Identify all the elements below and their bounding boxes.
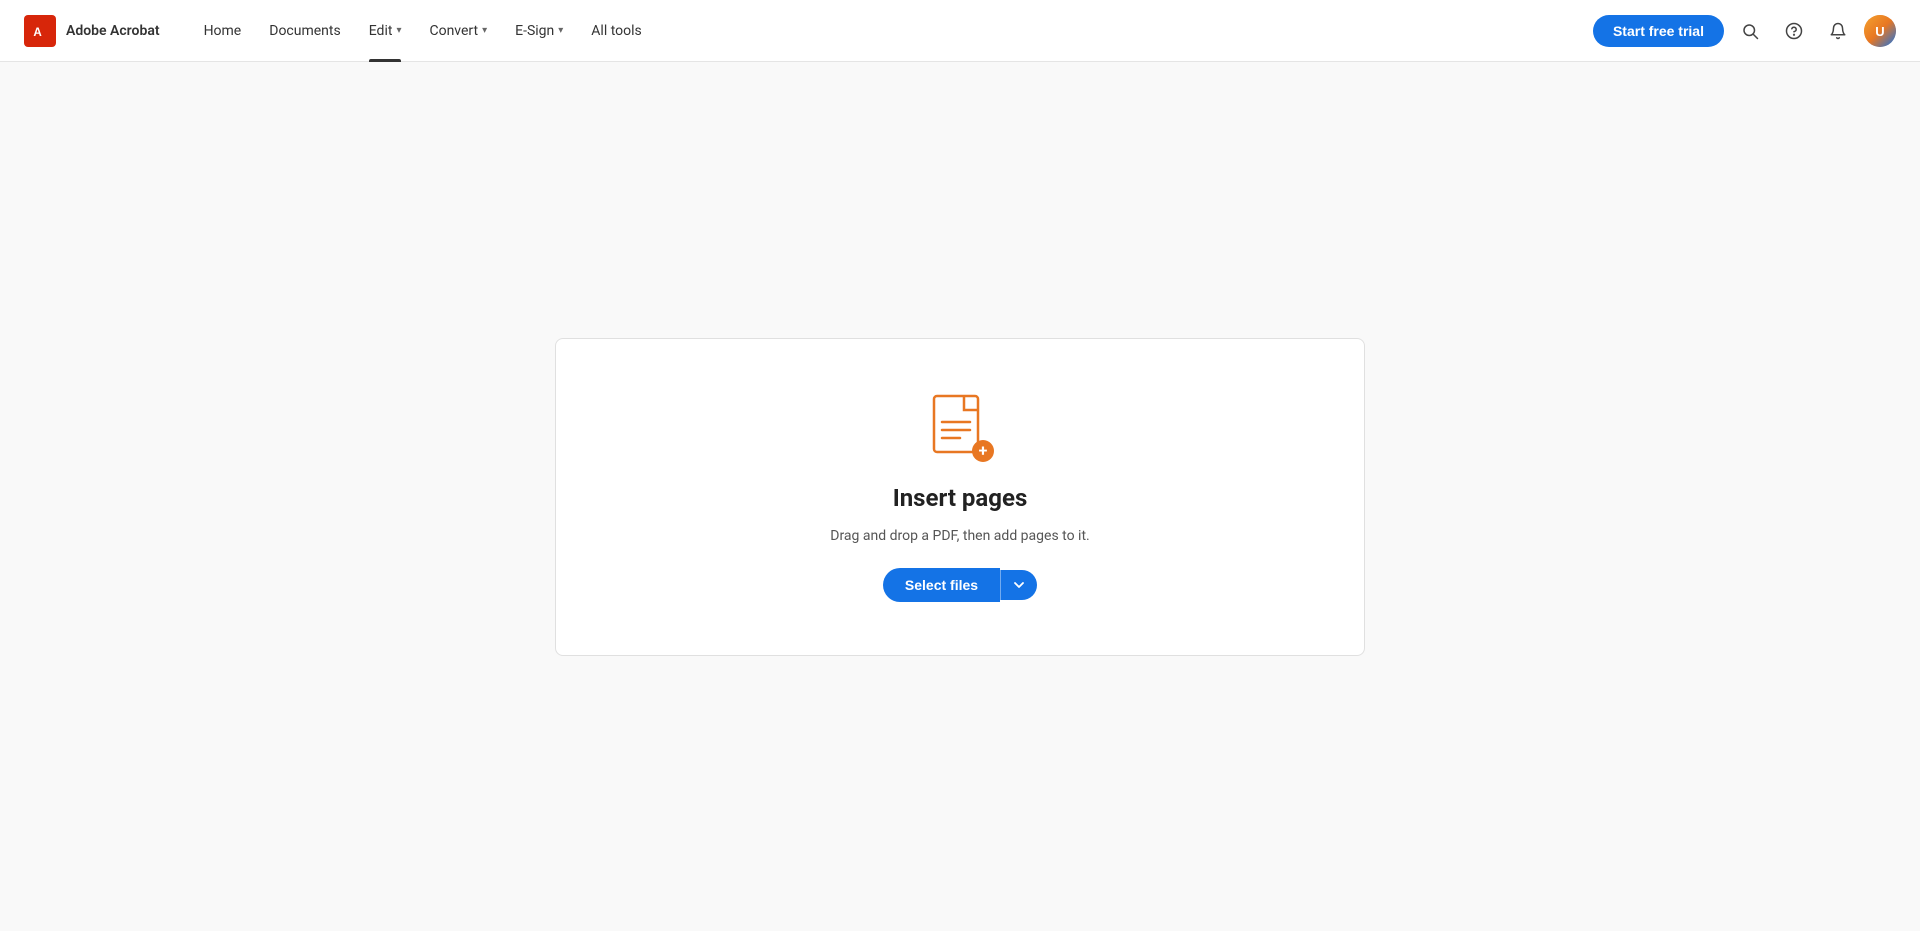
select-files-group: Select files (883, 568, 1037, 602)
nav-edit[interactable]: Edit ▾ (357, 0, 414, 62)
search-icon (1741, 22, 1759, 40)
edit-chevron-icon: ▾ (396, 25, 401, 36)
app-name: Adobe Acrobat (66, 23, 160, 39)
help-button[interactable] (1776, 13, 1812, 49)
user-avatar[interactable]: U (1864, 15, 1896, 47)
drop-zone[interactable]: + Insert pages Drag and drop a PDF, then… (555, 338, 1365, 656)
start-trial-button[interactable]: Start free trial (1593, 15, 1724, 47)
nav-documents[interactable]: Documents (257, 0, 352, 62)
app-header: A Adobe Acrobat Home Documents Edit ▾ Co… (0, 0, 1920, 62)
main-nav: Home Documents Edit ▾ Convert ▾ E-Sign ▾… (192, 0, 1593, 62)
convert-chevron-icon: ▾ (482, 25, 487, 36)
avatar-icon: U (1864, 15, 1896, 47)
chevron-down-icon (1013, 579, 1025, 591)
help-icon (1785, 22, 1803, 40)
svg-text:A: A (33, 26, 42, 39)
insert-pages-title: Insert pages (893, 484, 1028, 512)
search-button[interactable] (1732, 13, 1768, 49)
esign-chevron-icon: ▾ (558, 25, 563, 36)
logo-link[interactable]: A Adobe Acrobat (24, 15, 160, 47)
svg-text:U: U (1875, 24, 1884, 39)
plus-badge: + (972, 440, 994, 462)
main-content: + Insert pages Drag and drop a PDF, then… (0, 62, 1920, 931)
select-files-dropdown-button[interactable] (1000, 570, 1037, 600)
header-right-actions: Start free trial (1593, 13, 1896, 49)
nav-esign[interactable]: E-Sign ▾ (503, 0, 575, 62)
nav-home[interactable]: Home (192, 0, 254, 62)
nav-all-tools[interactable]: All tools (579, 0, 653, 62)
bell-icon (1829, 22, 1847, 40)
logo-icon: A (24, 15, 56, 47)
notifications-button[interactable] (1820, 13, 1856, 49)
insert-pages-subtitle: Drag and drop a PDF, then add pages to i… (830, 528, 1089, 544)
select-files-button[interactable]: Select files (883, 568, 1000, 602)
nav-convert[interactable]: Convert ▾ (417, 0, 499, 62)
insert-icon-wrapper: + (924, 392, 996, 464)
